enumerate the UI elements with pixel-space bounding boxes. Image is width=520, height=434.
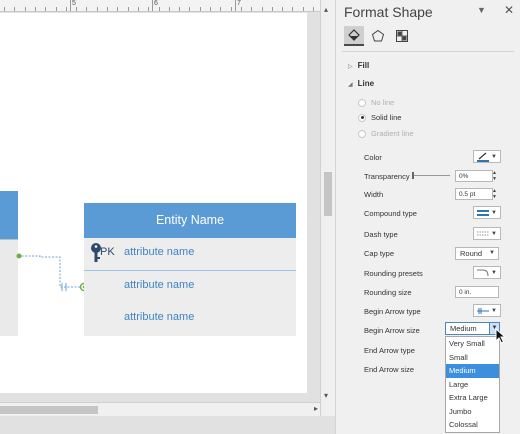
begin-arrow-size-label: Begin Arrow size bbox=[364, 326, 420, 335]
entity-row[interactable]: attribute name bbox=[84, 303, 296, 336]
dropdown-option[interactable]: Very Small bbox=[446, 337, 499, 351]
attribute-name[interactable]: attribute name bbox=[124, 279, 194, 291]
attribute-name[interactable]: attribute name bbox=[124, 246, 194, 258]
dropdown-option[interactable]: Small bbox=[446, 351, 499, 365]
arrow-size-dropdown-list[interactable]: Very Small Small Medium Large Extra Larg… bbox=[445, 336, 500, 433]
rounding-presets-button[interactable]: ▼ bbox=[473, 266, 501, 279]
pen-color-icon bbox=[477, 152, 489, 162]
cap-type-select[interactable]: Round ▼ bbox=[455, 247, 499, 260]
dropdown-option[interactable]: Large bbox=[446, 378, 499, 392]
entity-row[interactable]: attribute name bbox=[84, 270, 296, 303]
begin-arrow-size-select[interactable]: Medium ▼ bbox=[445, 322, 500, 335]
horizontal-scroll-thumb[interactable] bbox=[0, 406, 98, 414]
drawing-canvas[interactable]: 5 6 7 Entity Name PK attribute name attr… bbox=[0, 0, 335, 434]
radio-solid-line[interactable]: Solid line bbox=[358, 113, 401, 122]
width-spinner[interactable]: ▲ ▼ bbox=[492, 188, 500, 200]
radio-button[interactable] bbox=[358, 98, 366, 107]
section-fill[interactable]: ▷ Fill bbox=[348, 61, 369, 70]
scroll-down-arrow-icon[interactable]: ▾ bbox=[324, 391, 328, 400]
radio-label: No line bbox=[371, 98, 395, 107]
scroll-up-arrow-icon[interactable]: ▴ bbox=[324, 5, 328, 14]
vertical-scroll-thumb[interactable] bbox=[324, 172, 332, 216]
dash-pattern-icon bbox=[477, 231, 489, 235]
transparency-input[interactable]: 0% bbox=[455, 170, 493, 182]
pk-label: PK bbox=[100, 246, 115, 258]
section-line[interactable]: ◢ Line bbox=[348, 79, 374, 88]
rounded-corner-icon bbox=[477, 269, 489, 276]
compound-type-button[interactable]: ▼ bbox=[473, 206, 501, 219]
grid-icon bbox=[396, 30, 408, 42]
radio-label: Gradient line bbox=[371, 129, 414, 138]
collapsed-triangle-icon: ▷ bbox=[348, 64, 353, 70]
chevron-down-icon: ▼ bbox=[489, 250, 495, 256]
cap-type-value: Round bbox=[460, 249, 483, 258]
chevron-down-icon: ▼ bbox=[491, 209, 497, 216]
dropdown-option-selected[interactable]: Medium bbox=[446, 364, 499, 378]
chevron-down-icon: ▼ bbox=[491, 269, 497, 276]
cap-type-label: Cap type bbox=[364, 249, 395, 258]
end-arrow-type-label: End Arrow type bbox=[364, 346, 415, 355]
dash-type-label: Dash type bbox=[364, 230, 398, 239]
transparency-label: Transparency bbox=[364, 172, 410, 181]
scroll-right-arrow-icon[interactable]: ▸ bbox=[314, 404, 318, 413]
pentagon-icon bbox=[371, 29, 385, 42]
begin-arrow-type-label: Begin Arrow type bbox=[364, 307, 421, 316]
paint-bucket-icon bbox=[348, 29, 360, 41]
transparency-slider[interactable] bbox=[412, 172, 450, 179]
begin-arrow-size-value: Medium bbox=[450, 324, 477, 333]
chevron-down-icon: ▼ bbox=[491, 230, 497, 237]
expanded-triangle-icon: ◢ bbox=[348, 82, 353, 88]
entity-row-pk[interactable]: PK attribute name bbox=[84, 238, 296, 271]
radio-label: Solid line bbox=[371, 113, 402, 122]
tab-fill-line[interactable] bbox=[344, 26, 364, 46]
dash-type-button[interactable]: ▼ bbox=[473, 227, 501, 240]
radio-no-line[interactable]: No line bbox=[358, 98, 394, 107]
line-color-button[interactable]: ▼ bbox=[473, 150, 501, 163]
entity-shape[interactable]: Entity Name PK attribute name attribute … bbox=[84, 203, 296, 336]
width-label: Width bbox=[364, 190, 384, 199]
tab-size-properties[interactable] bbox=[392, 26, 412, 46]
radio-gradient-line[interactable]: Gradient line bbox=[358, 129, 414, 138]
width-input[interactable]: 0.5 pt bbox=[455, 188, 493, 200]
entity-title[interactable]: Entity Name bbox=[84, 203, 296, 238]
vertical-scrollbar[interactable]: ▴ ▾ bbox=[320, 0, 335, 416]
pane-divider bbox=[342, 51, 514, 52]
horizontal-scrollbar[interactable]: ▸ bbox=[0, 402, 320, 416]
dropdown-option[interactable]: Colossal bbox=[446, 418, 499, 432]
tab-effects[interactable] bbox=[368, 26, 388, 46]
compound-type-label: Compound type bbox=[364, 209, 417, 218]
connector-start-handle[interactable] bbox=[16, 253, 22, 259]
arrow-type-icon bbox=[477, 307, 489, 314]
transparency-spinner[interactable]: ▲ ▼ bbox=[492, 170, 500, 182]
format-shape-pane: Format Shape ▼ ✕ ▷ Fill ◢ Line No line Sol… bbox=[335, 0, 520, 434]
slider-thumb[interactable] bbox=[412, 172, 414, 179]
compound-lines-icon bbox=[477, 209, 489, 216]
mouse-pointer-icon bbox=[495, 328, 507, 344]
dropdown-option[interactable]: Jumbo bbox=[446, 405, 499, 419]
chevron-down-icon: ▼ bbox=[491, 307, 497, 314]
pane-title: Format Shape bbox=[344, 4, 433, 20]
rounding-presets-label: Rounding presets bbox=[364, 269, 423, 278]
end-arrow-size-label: End Arrow size bbox=[364, 365, 415, 374]
radio-button[interactable] bbox=[358, 113, 366, 122]
chevron-down-icon: ▼ bbox=[491, 153, 497, 160]
rounding-size-input[interactable]: 0 in. bbox=[455, 286, 499, 298]
radio-button[interactable] bbox=[358, 129, 366, 138]
close-icon[interactable]: ✕ bbox=[504, 3, 514, 17]
rounding-size-label: Rounding size bbox=[364, 288, 412, 297]
begin-arrow-type-button[interactable]: ▼ bbox=[473, 304, 501, 317]
pane-options-icon[interactable]: ▼ bbox=[477, 5, 486, 15]
relationship-connector[interactable] bbox=[0, 0, 320, 400]
dropdown-option[interactable]: Extra Large bbox=[446, 391, 499, 405]
attribute-name[interactable]: attribute name bbox=[124, 311, 194, 323]
color-label: Color bbox=[364, 153, 382, 162]
